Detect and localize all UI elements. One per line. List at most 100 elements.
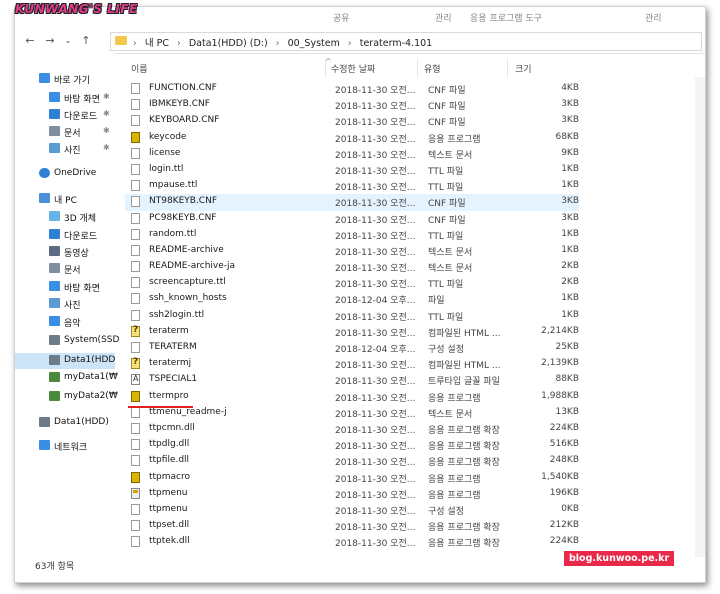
sidebar-item[interactable]: 내 PC — [15, 191, 115, 207]
file-row[interactable]: license 2018-11-30 오전... 텍스트 문서 9KB — [125, 146, 579, 162]
file-row[interactable]: ttpcmn.dll 2018-11-30 오전... 응용 프로그램 확장 224K… — [125, 421, 579, 437]
sidebar-item-label: 사진 — [64, 301, 81, 311]
column-header-size[interactable]: 크기 — [515, 62, 532, 75]
file-row[interactable]: ttpmenu 2018-11-30 오전... 구성 설정 0KB — [125, 502, 579, 518]
file-row[interactable]: ttpset.dll 2018-11-30 오전... 응용 프로그램 확장 212K… — [125, 518, 579, 534]
file-row[interactable]: FUNCTION.CNF 2018-11-30 오전... CNF 파일 4KB — [125, 81, 579, 97]
file-row[interactable]: ttermpro 2018-11-30 오전... 응용 프로그램 1,988KB — [125, 389, 579, 405]
file-row[interactable]: keycode 2018-11-30 오전... 응용 프로그램 68KB — [125, 130, 579, 146]
address-field[interactable]: › 내 PC › Data1(HDD) (D:) › 00_System › t… — [110, 32, 702, 51]
file-row[interactable]: README-archive-ja 2018-11-30 오전... 텍스트 문서 2… — [125, 259, 579, 275]
file-date: 2018-11-30 오전... — [335, 361, 416, 372]
drive-icon — [39, 417, 50, 427]
breadcrumb-drive[interactable]: Data1(HDD) (D:) — [189, 38, 268, 49]
file-row[interactable]: README-archive 2018-11-30 오전... 텍스트 문서 1KB — [125, 243, 579, 259]
pin-icon: ✱ — [103, 143, 110, 152]
column-header-name[interactable]: 이름 — [131, 62, 148, 75]
file-name: FUNCTION.CNF — [149, 83, 217, 93]
column-divider[interactable] — [325, 59, 326, 77]
breadcrumb-folder-system[interactable]: 00_System — [288, 38, 340, 49]
file-row[interactable]: screencapture.ttl 2018-11-30 오전... TTL 파일 2… — [125, 275, 579, 291]
sidebar-item-label: System(SSD — [64, 335, 120, 345]
pin-icon: ✱ — [103, 126, 110, 135]
sidebar-item[interactable]: 바로 가기 — [15, 71, 115, 87]
tab-share[interactable]: 공유 — [333, 11, 350, 24]
sidebar-item-label: 내 PC — [54, 196, 77, 206]
sidebar-item[interactable]: Data1(HDD — [15, 353, 115, 369]
file-date: 2018-11-30 오전... — [335, 183, 416, 194]
file-type: 응용 프로그램 — [428, 490, 481, 501]
file-row[interactable]: login.ttl 2018-11-30 오전... TTL 파일 1KB — [125, 162, 579, 178]
file-name: KEYBOARD.CNF — [149, 115, 220, 126]
file-row[interactable]: ttpmenu 2018-11-30 오전... 응용 프로그램 196KB — [125, 486, 579, 502]
file-doc-icon — [131, 503, 140, 515]
column-header-type[interactable]: 유형 — [424, 62, 441, 75]
file-row[interactable]: ttmenu_readme-j 2018-11-30 오전... 텍스트 문서 13K… — [125, 405, 579, 421]
sidebar-item[interactable]: OneDrive — [15, 166, 115, 182]
sidebar-item[interactable]: 다운로드 — [15, 227, 115, 243]
sidebar-item[interactable]: 사진 ✱ — [15, 141, 115, 157]
file-size: 196KB — [549, 487, 579, 498]
file-size: 1KB — [561, 163, 579, 174]
sidebar-item[interactable]: 네트워크 — [15, 438, 115, 454]
file-row[interactable]: teratermj 2018-11-30 오전... 컴파일된 HTML ... 2,… — [125, 356, 579, 372]
file-row[interactable]: IBMKEYB.CNF 2018-11-30 오전... CNF 파일 3KB — [125, 97, 579, 113]
sidebar-item[interactable]: 문서 — [15, 261, 115, 277]
file-row[interactable]: PC98KEYB.CNF 2018-11-30 오전... CNF 파일 3KB — [125, 211, 579, 227]
sidebar-item[interactable]: myData1(₩ — [15, 370, 118, 386]
sidebar-item[interactable]: 문서 ✱ — [15, 124, 115, 140]
column-divider[interactable] — [417, 59, 418, 77]
sidebar-item[interactable]: System(SSD — [15, 333, 119, 349]
tab-app-tools[interactable]: 응용 프로그램 도구 — [470, 11, 542, 24]
file-row[interactable]: ssh2login.ttl 2018-11-30 오전... TTL 파일 1KB — [125, 308, 579, 324]
sidebar-item-label: 다운로드 — [64, 232, 98, 242]
file-row[interactable]: mpause.ttl 2018-11-30 오전... TTL 파일 1KB — [125, 178, 579, 194]
breadcrumb-this-pc[interactable]: 내 PC — [145, 38, 169, 49]
breadcrumb-folder-teraterm[interactable]: teraterm-4.101 — [360, 38, 432, 49]
file-row[interactable]: TSPECIAL1 2018-11-30 오전... 트루타입 글꼴 파일 88KB — [125, 372, 579, 388]
sidebar-item[interactable]: 3D 개체 — [15, 209, 115, 225]
file-size: 13KB — [555, 406, 579, 417]
file-row[interactable]: teraterm 2018-11-30 오전... 컴파일된 HTML ... 2,2… — [125, 324, 579, 340]
file-list: FUNCTION.CNF 2018-11-30 오전... CNF 파일 4KB IBM… — [125, 81, 579, 550]
forward-arrow-icon[interactable]: → — [43, 34, 57, 47]
sidebar-item[interactable]: myData2(₩ — [15, 389, 118, 405]
file-row[interactable]: ssh_known_hosts 2018-12-04 오후... 파일 1KB — [125, 291, 579, 307]
sidebar-item[interactable]: 다운로드 ✱ — [15, 107, 115, 123]
up-arrow-icon[interactable]: ↑ — [79, 34, 93, 47]
file-row[interactable]: ttpfile.dll 2018-11-30 오전... 응용 프로그램 확장 248… — [125, 453, 579, 469]
file-size: 1,988KB — [541, 390, 579, 401]
sidebar-item[interactable]: 음악 — [15, 314, 115, 330]
file-name: random.ttl — [149, 228, 197, 239]
file-row[interactable]: NT98KEYB.CNF 2018-11-30 오전... CNF 파일 3KB — [125, 194, 579, 211]
file-date: 2018-11-30 오전... — [335, 409, 416, 420]
sidebar-item-label: 바탕 화면 — [64, 95, 100, 105]
back-arrow-icon[interactable]: ← — [23, 34, 37, 47]
navigation-pane: 바로 가기 바탕 화면 ✱ 다운로드 ✱ 문서 ✱ 사진 ✱ OneDrive 내 PC 3D 개체 다… — [15, 53, 119, 553]
column-header-row: ^ 이름 수정한 날짜 유형 크기 — [121, 57, 705, 77]
tab-manage[interactable]: 관리 — [645, 11, 662, 24]
file-row[interactable]: ttptek.dll 2018-11-30 오전... 응용 프로그램 확장 224K… — [125, 534, 579, 550]
file-row[interactable]: KEYBOARD.CNF 2018-11-30 오전... CNF 파일 3KB — [125, 113, 579, 129]
file-row[interactable]: random.ttl 2018-11-30 오전... TTL 파일 1KB — [125, 227, 579, 243]
sidebar-item[interactable]: 바탕 화면 ✱ — [15, 90, 115, 106]
file-key-icon — [131, 131, 140, 143]
sidebar-item[interactable]: 사진 — [15, 296, 115, 312]
file-name: ttpfile.dll — [149, 455, 190, 466]
column-header-date[interactable]: 수정한 날짜 — [331, 62, 375, 75]
vertical-scrollbar[interactable] — [695, 77, 705, 557]
sidebar-item[interactable]: Data1(HDD) — [15, 415, 115, 431]
sidebar-item[interactable]: 바탕 화면 — [15, 279, 115, 295]
file-size: 212KB — [549, 520, 579, 531]
file-date: 2018-11-30 오전... — [335, 425, 416, 436]
column-divider[interactable] — [507, 59, 508, 77]
tab-view[interactable]: 관리 — [435, 11, 452, 24]
file-name: ttpmenu — [149, 503, 188, 514]
sidebar-item[interactable]: 동영상 — [15, 244, 115, 260]
file-row[interactable]: ttpdlg.dll 2018-11-30 오전... 응용 프로그램 확장 516K… — [125, 437, 579, 453]
recent-dropdown-icon[interactable]: ⌄ — [61, 36, 75, 45]
file-row[interactable]: TERATERM 2018-12-04 오후... 구성 설정 25KB — [125, 340, 579, 356]
file-size: 1KB — [561, 180, 579, 191]
file-row[interactable]: ttpmacro 2018-11-30 오전... 응용 프로그램 1,540KB — [125, 470, 579, 486]
sidebar-item-label: 동영상 — [64, 249, 89, 259]
